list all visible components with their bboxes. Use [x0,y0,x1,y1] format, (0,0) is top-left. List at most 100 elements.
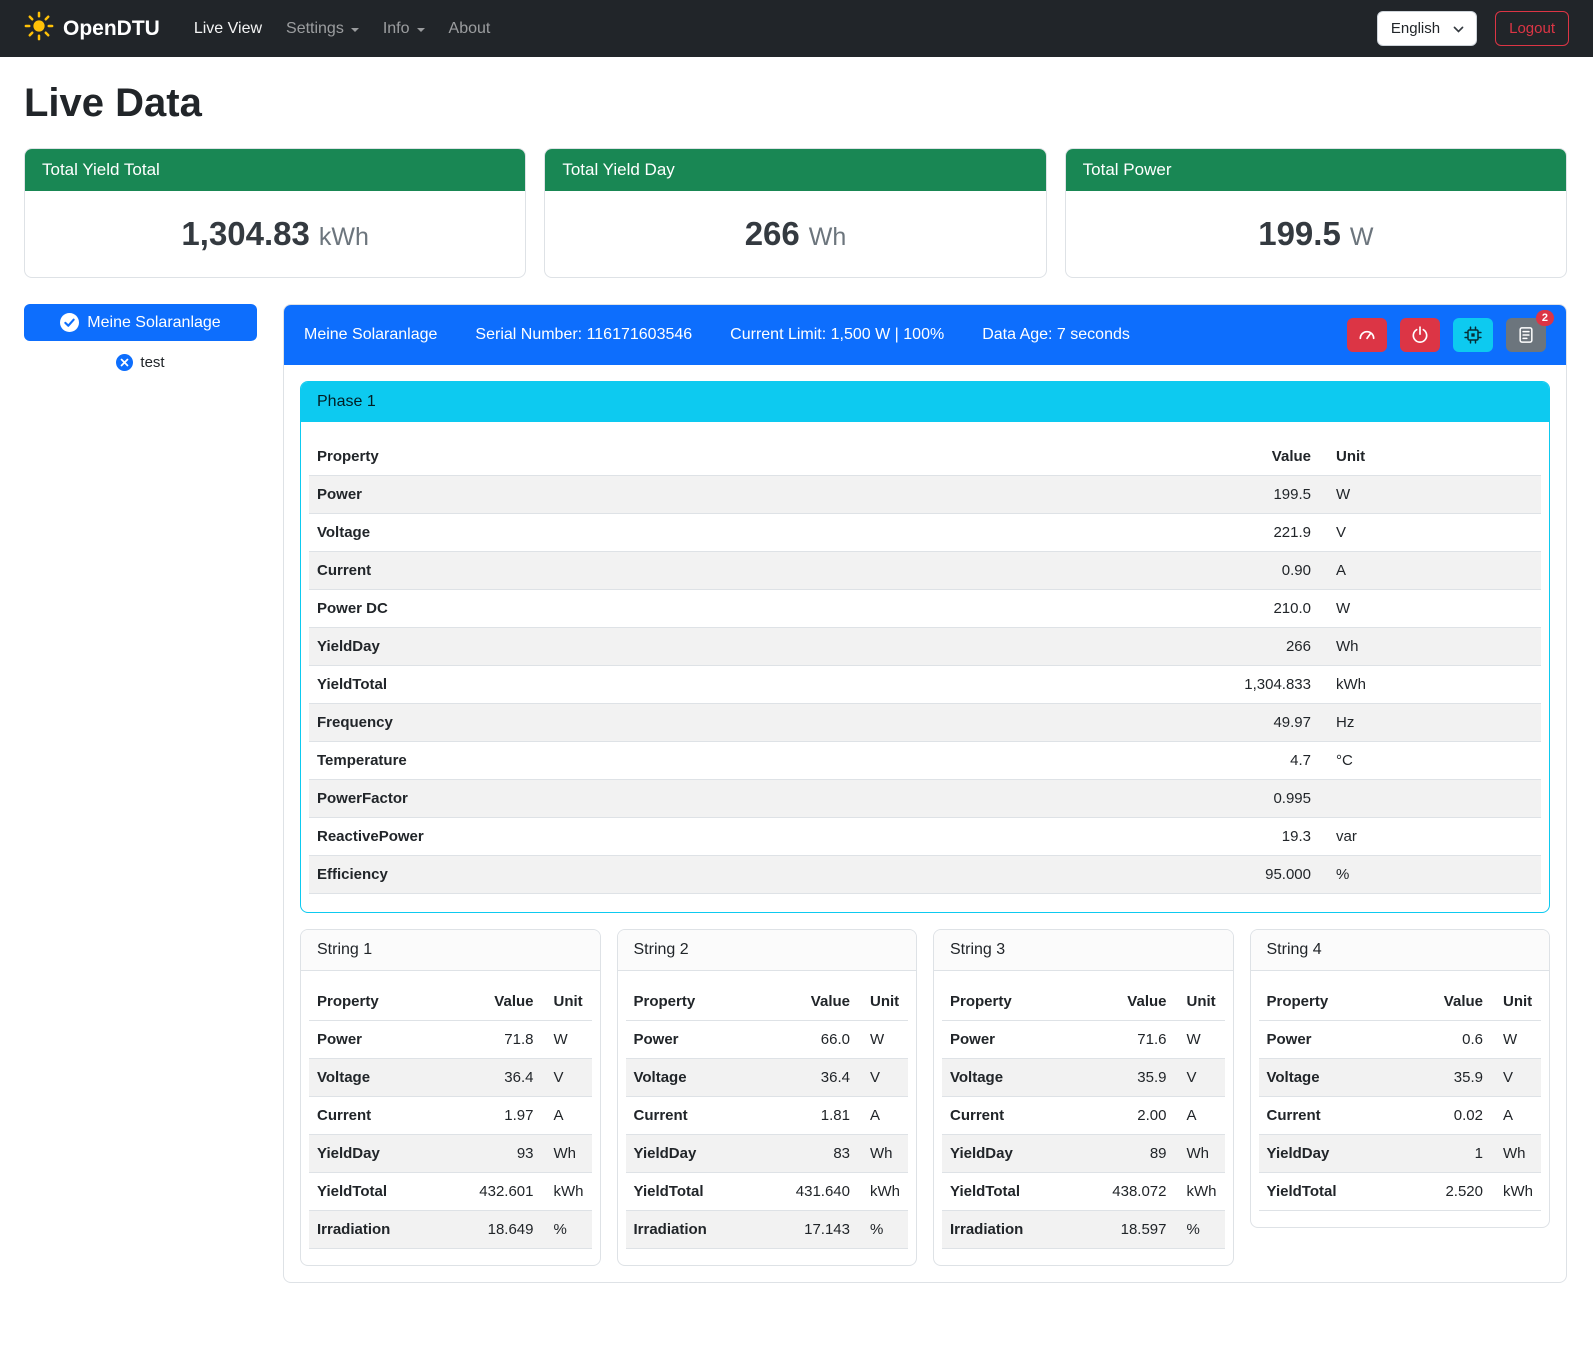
nav-info[interactable]: Info [371,12,437,46]
sidebar-item-label: test [140,354,164,371]
card-title: Total Yield Day [545,149,1045,191]
brand-home-link[interactable]: OpenDTU [24,11,160,47]
language-select[interactable]: English [1377,11,1477,46]
table-row: Voltage 35.9 V [1259,1059,1542,1097]
inverter-current-limit: Current Limit: 1,500 W | 100% [730,326,944,344]
phase-1-card: Phase 1 Property Value Unit [300,381,1550,913]
row-unit: °C [1319,742,1541,780]
power-button[interactable] [1400,318,1440,352]
table-row: Current 1.81 A [626,1097,909,1135]
total-yield-day-value: 266 [745,215,800,252]
row-property: Power DC [309,590,912,628]
table-row: YieldTotal 2.520 kWh [1259,1173,1542,1211]
table-row: YieldTotal 431.640 kWh [626,1173,909,1211]
total-power-unit: W [1350,223,1374,251]
row-value: 0.6 [1400,1021,1491,1059]
logout-button[interactable]: Logout [1495,11,1569,46]
row-property: YieldDay [942,1135,1072,1173]
sidebar-item-meine-solaranlage[interactable]: Meine Solaranlage [24,304,257,341]
event-log-button[interactable]: 2 [1506,318,1546,352]
row-unit: % [1175,1211,1225,1249]
row-unit: % [1319,856,1541,894]
table-row: Voltage 35.9 V [942,1059,1225,1097]
string-2-table: Property Value Unit Power [626,983,909,1249]
row-value: 95.000 [912,856,1319,894]
card-title: Total Yield Total [25,149,525,191]
table-row: YieldTotal 438.072 kWh [942,1173,1225,1211]
column-unit: Unit [1175,983,1225,1021]
table-row: Current 0.02 A [1259,1097,1542,1135]
table-row: Power 0.6 W [1259,1021,1542,1059]
nav-settings[interactable]: Settings [274,12,371,46]
table-row: Power 199.5 W [309,476,1541,514]
table-row: ReactivePower 19.3 var [309,818,1541,856]
summary-cards: Total Yield Total 1,304.83kWh Total Yiel… [24,148,1567,278]
row-value: 35.9 [1072,1059,1174,1097]
string-1-table: Property Value Unit Power [309,983,592,1249]
table-row: YieldDay 266 Wh [309,628,1541,666]
row-unit: V [858,1059,908,1097]
nav-settings-label: Settings [286,20,344,38]
column-property: Property [942,983,1072,1021]
row-value: 36.4 [756,1059,858,1097]
nav-info-label: Info [383,20,410,38]
row-value: 71.8 [439,1021,541,1059]
total-yield-total-card: Total Yield Total 1,304.83kWh [24,148,526,278]
row-property: Irradiation [942,1211,1072,1249]
sidebar-item-label: Meine Solaranlage [87,314,220,332]
row-value: 66.0 [756,1021,858,1059]
inverter-actions: 2 [1347,318,1546,352]
row-property: Efficiency [309,856,912,894]
row-property: Power [309,476,912,514]
nav-live-view[interactable]: Live View [182,12,274,46]
string-3-table: Property Value Unit Power [942,983,1225,1249]
row-unit: kWh [542,1173,592,1211]
gauge-icon [1357,325,1377,345]
nav-about[interactable]: About [437,12,503,46]
table-row: YieldDay 83 Wh [626,1135,909,1173]
row-unit: A [1175,1097,1225,1135]
row-property: YieldDay [626,1135,756,1173]
row-value: 93 [439,1135,541,1173]
table-header-row: Property Value Unit [942,983,1225,1021]
row-value: 1 [1400,1135,1491,1173]
event-log-icon [1516,325,1536,345]
row-unit: W [1319,476,1541,514]
row-property: Temperature [309,742,912,780]
row-property: Power [626,1021,756,1059]
row-value: 0.02 [1400,1097,1491,1135]
row-unit: Wh [1175,1135,1225,1173]
table-row: Current 1.97 A [309,1097,592,1135]
string-title: String 1 [301,930,600,971]
row-property: YieldDay [1259,1135,1401,1173]
device-info-button[interactable] [1453,318,1493,352]
row-value: 266 [912,628,1319,666]
row-property: Voltage [1259,1059,1401,1097]
row-property: YieldTotal [1259,1173,1401,1211]
total-power-value: 199.5 [1258,215,1341,252]
sidebar-item-test[interactable]: test [24,354,257,371]
row-unit: Hz [1319,704,1541,742]
column-unit: Unit [1319,438,1541,476]
table-row: Current 2.00 A [942,1097,1225,1135]
table-row: YieldDay 1 Wh [1259,1135,1542,1173]
row-property: YieldDay [309,1135,439,1173]
row-unit: V [542,1059,592,1097]
row-value: 199.5 [912,476,1319,514]
chevron-down-icon [1452,22,1465,35]
page-content: Live Data Total Yield Total 1,304.83kWh … [0,57,1593,1311]
brand-label: OpenDTU [63,17,160,41]
row-unit: kWh [858,1173,908,1211]
row-property: Power [942,1021,1072,1059]
row-value: 1.81 [756,1097,858,1135]
inverter-serial: Serial Number: 116171603546 [475,326,692,344]
table-row: Irradiation 18.597 % [942,1211,1225,1249]
row-property: YieldTotal [309,666,912,704]
row-property: Current [1259,1097,1401,1135]
row-property: Power [309,1021,439,1059]
row-unit: A [542,1097,592,1135]
column-unit: Unit [542,983,592,1021]
limit-settings-button[interactable] [1347,318,1387,352]
row-value: 438.072 [1072,1173,1174,1211]
navbar-left: OpenDTU Live View Settings Info About [24,11,502,47]
